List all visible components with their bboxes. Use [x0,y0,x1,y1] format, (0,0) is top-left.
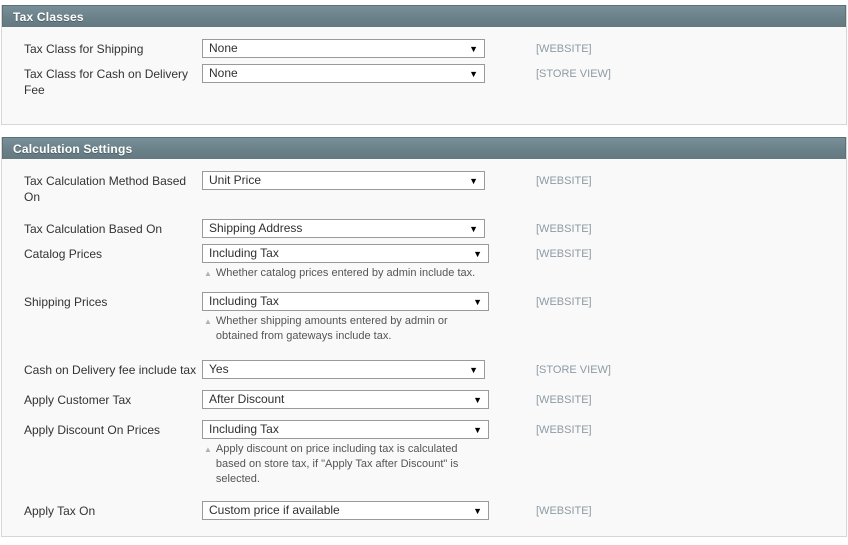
field-note-text-shipping-prices: Whether shipping amounts entered by admi… [215,315,448,342]
scope-label-apply-tax-on: [WEBSITE] [536,505,592,517]
chevron-down-icon: ▼ [469,365,478,375]
scope-label-apply-discount-on-prices: [WEBSITE] [536,424,592,436]
field-row-apply-customer-tax: Apply Customer Tax After Discount ▼ [WEB… [2,387,846,412]
field-row-tax-calculation-based-on: Tax Calculation Based On Shipping Addres… [2,216,846,241]
field-label-shipping-prices: Shipping Prices [24,295,108,309]
field-row-tax-calculation-method: Tax Calculation Method Based On Unit Pri… [2,168,846,208]
select-apply-discount-on-prices[interactable]: Including Tax ▼ [202,420,489,439]
field-label-cod-fee-include-tax: Cash on Delivery fee include tax [24,363,197,377]
field-label-tax-calculation-based-on: Tax Calculation Based On [24,222,163,236]
note-triangle-icon: ▲ [204,445,212,454]
field-control-apply-customer-tax: After Discount ▼ [202,390,512,409]
field-control-apply-discount-on-prices: Including Tax ▼ ▲ Apply discount on pric… [202,420,512,487]
panel-bottom-spacer [2,523,846,527]
field-control-tax-calculation-based-on: Shipping Address ▼ [202,219,512,238]
tax-configuration-page: Tax Classes Tax Class for Shipping None … [0,0,848,545]
select-tax-class-for-cod-fee[interactable]: None ▼ [202,64,485,83]
select-catalog-prices[interactable]: Including Tax ▼ [202,244,489,263]
field-row-apply-tax-on: Apply Tax On Custom price if available ▼… [2,498,846,523]
chevron-down-icon: ▼ [473,297,482,307]
field-control-catalog-prices: Including Tax ▼ ▲ Whether catalog prices… [202,244,512,282]
select-value-apply-tax-on: Custom price if available [209,503,340,517]
field-note-text-apply-discount-on-prices: Apply discount on price including tax is… [215,443,459,485]
scope-label-tax-class-for-cod-fee: [STORE VIEW] [536,68,611,80]
scope-label-tax-calculation-method: [WEBSITE] [536,175,592,187]
select-apply-tax-on[interactable]: Custom price if available ▼ [202,501,489,520]
panel-body-tax-classes: Tax Class for Shipping None ▼ [WEBSITE] … [2,27,846,124]
field-control-apply-tax-on: Custom price if available ▼ [202,501,512,520]
select-value-shipping-prices: Including Tax [209,294,279,308]
scope-label-apply-customer-tax: [WEBSITE] [536,394,592,406]
chevron-down-icon: ▼ [469,224,478,234]
panel-body-calculation-settings: Tax Calculation Method Based On Unit Pri… [2,159,846,536]
select-value-tax-calculation-method: Unit Price [209,173,262,187]
note-triangle-icon: ▲ [204,317,212,326]
field-row-cod-fee-include-tax: Cash on Delivery fee include tax Yes ▼ [… [2,357,846,382]
chevron-down-icon: ▼ [473,395,482,405]
row-spacer [2,347,846,357]
field-control-tax-class-for-shipping: None ▼ [202,39,512,58]
select-value-tax-calculation-based-on: Shipping Address [209,221,303,235]
chevron-down-icon: ▼ [469,176,478,186]
select-value-apply-customer-tax: After Discount [209,392,285,406]
field-note-catalog-prices: ▲ Whether catalog prices entered by admi… [202,266,512,282]
field-row-apply-discount-on-prices: Apply Discount On Prices Including Tax ▼… [2,417,846,490]
field-label-apply-discount-on-prices: Apply Discount On Prices [24,423,161,437]
scope-label-tax-class-for-shipping: [WEBSITE] [536,43,592,55]
panel-calculation-settings: Calculation Settings Tax Calculation Met… [1,137,847,537]
field-label-catalog-prices: Catalog Prices [24,247,103,261]
panel-tax-classes: Tax Classes Tax Class for Shipping None … [1,5,847,125]
select-apply-customer-tax[interactable]: After Discount ▼ [202,390,489,409]
chevron-down-icon: ▼ [473,506,482,516]
row-spacer [2,490,846,498]
select-value-tax-class-for-cod-fee: None [209,66,238,80]
select-tax-calculation-based-on[interactable]: Shipping Address ▼ [202,219,485,238]
select-cod-fee-include-tax[interactable]: Yes ▼ [202,360,485,379]
field-control-tax-calculation-method: Unit Price ▼ [202,171,512,190]
select-tax-calculation-method[interactable]: Unit Price ▼ [202,171,485,190]
field-label-tax-calculation-method: Tax Calculation Method Based On [24,174,187,204]
field-row-catalog-prices: Catalog Prices Including Tax ▼ ▲ Whether… [2,241,846,285]
scope-label-shipping-prices: [WEBSITE] [536,296,592,308]
panel-title-calculation-settings[interactable]: Calculation Settings [2,137,846,159]
field-label-apply-tax-on: Apply Tax On [24,504,96,518]
field-note-shipping-prices: ▲ Whether shipping amounts entered by ad… [202,314,512,344]
note-triangle-icon: ▲ [204,269,212,278]
scope-label-tax-calculation-based-on: [WEBSITE] [536,223,592,235]
field-control-cod-fee-include-tax: Yes ▼ [202,360,512,379]
chevron-down-icon: ▼ [469,69,478,79]
chevron-down-icon: ▼ [473,249,482,259]
field-row-shipping-prices: Shipping Prices Including Tax ▼ ▲ Whethe… [2,289,846,347]
field-label-tax-class-for-cod-fee: Tax Class for Cash on Delivery Fee [24,67,189,97]
field-row-tax-class-for-cod-fee: Tax Class for Cash on Delivery Fee None … [2,61,846,101]
field-label-apply-customer-tax: Apply Customer Tax [24,393,132,407]
select-shipping-prices[interactable]: Including Tax ▼ [202,292,489,311]
select-tax-class-for-shipping[interactable]: None ▼ [202,39,485,58]
scope-label-catalog-prices: [WEBSITE] [536,248,592,260]
field-row-tax-class-for-shipping: Tax Class for Shipping None ▼ [WEBSITE] [2,36,846,61]
panel-bottom-spacer [2,101,846,115]
chevron-down-icon: ▼ [473,425,482,435]
panel-title-tax-classes[interactable]: Tax Classes [2,5,846,27]
field-note-apply-discount-on-prices: ▲ Apply discount on price including tax … [202,442,512,487]
field-control-tax-class-for-cod-fee: None ▼ [202,64,512,83]
select-value-apply-discount-on-prices: Including Tax [209,422,279,436]
field-label-tax-class-for-shipping: Tax Class for Shipping [24,42,144,56]
row-spacer [2,208,846,216]
select-value-tax-class-for-shipping: None [209,41,238,55]
chevron-down-icon: ▼ [469,44,478,54]
field-control-shipping-prices: Including Tax ▼ ▲ Whether shipping amoun… [202,292,512,344]
select-value-catalog-prices: Including Tax [209,246,279,260]
field-note-text-catalog-prices: Whether catalog prices entered by admin … [215,267,476,279]
select-value-cod-fee-include-tax: Yes [209,362,229,376]
scope-label-cod-fee-include-tax: [STORE VIEW] [536,364,611,376]
